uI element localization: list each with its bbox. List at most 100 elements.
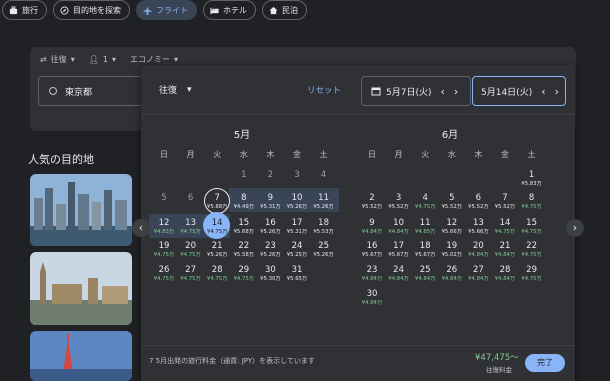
day-number: 20 [185,241,196,251]
calendar-day[interactable]: 29 ¥4.75万 [519,262,545,284]
origin-input[interactable]: 東京都 [38,76,148,106]
day-price: ¥5.67万 [361,252,383,258]
calendar-day[interactable]: 21 ¥5.26万 [204,238,230,260]
calendar-day[interactable]: 10 ¥5.26万 [284,190,310,212]
calendar-day[interactable]: 8 ¥4.75万 [519,190,545,212]
calendar-day[interactable]: 17 ¥5.67万 [386,238,412,260]
calendar-day[interactable]: 11 ¥5.26万 [311,190,337,212]
day-number: 25 [419,265,431,275]
chevron-down-icon: ▾ [187,84,192,95]
day-price: ¥4.84万 [361,276,383,282]
calendar-day[interactable]: 14 ¥4.75万 [492,215,518,237]
calendar-day[interactable]: 30 ¥4.84万 [359,286,385,308]
day-price: ¥5.67万 [388,252,409,258]
destination-photo-2[interactable] [30,252,132,325]
passenger-select[interactable]: 👤︎ 1 ▾ [89,55,116,64]
prev-return-date-icon[interactable]: ‹ [541,85,545,98]
calendar-day[interactable]: 9 ¥4.84万 [359,215,385,237]
calendar-day[interactable]: 15 ¥4.75万 [519,215,545,237]
nav-tab-0[interactable]: 旅行 [2,0,47,20]
calendar-day[interactable]: 4 ¥4.75万 [412,190,438,212]
nav-tab-1[interactable]: 目的地を探索 [53,0,130,20]
nav-tab-3[interactable]: ホテル [203,0,256,20]
calendar-day[interactable]: 18 ¥5.53万 [311,215,337,237]
calendar-trip-type-select[interactable]: 往復 ▾ [159,83,192,97]
calendar-day[interactable]: 3 ¥5.52万 [386,190,412,212]
destination-photo-1[interactable] [30,174,132,246]
day-number: 19 [446,241,458,251]
return-date-field[interactable]: 5月14日(火) ‹ › [472,76,566,106]
calendar-day[interactable]: 23 ¥4.84万 [359,262,385,284]
day-price: ¥5.30万 [260,276,281,282]
trip-type-select[interactable]: ⇄ 往復 ▾ [40,54,75,65]
calendar-day[interactable]: 13 ¥4.75万 [178,215,204,237]
calendar-day[interactable]: 15 ¥5.68万 [231,215,257,237]
calendar-day[interactable]: 24 ¥5.25万 [284,238,310,260]
calendar-day[interactable]: 31 ¥5.65万 [284,262,310,284]
calendar-day[interactable]: 22 ¥5.58万 [231,238,257,260]
reset-button[interactable]: リセット [307,84,341,96]
cabin-select[interactable]: エコノミー ▾ [130,54,178,65]
calendar-day[interactable]: 26 ¥4.75万 [151,262,177,284]
calendar-day[interactable]: 13 ¥5.66万 [465,215,491,237]
calendar-day[interactable]: 22 ¥4.75万 [519,238,545,260]
calendar-day[interactable]: 28 ¥4.84万 [492,262,518,284]
calendar-day[interactable]: 9 ¥5.31万 [257,190,283,212]
calendar-day[interactable]: 26 ¥4.84万 [439,262,465,284]
calendar-day[interactable]: 16 ¥5.26万 [257,215,283,237]
calendar-day[interactable]: 2 ¥5.52万 [359,190,385,212]
calendar-day[interactable]: 27 ¥4.75万 [178,262,204,284]
calendar-day[interactable]: 27 ¥4.84万 [465,262,491,284]
nav-tab-4[interactable]: 民泊 [262,0,307,20]
calendar-day[interactable]: 17 ¥5.31万 [284,215,310,237]
suitcase-icon [9,5,18,15]
nav-tab-2[interactable]: フライト [136,0,197,20]
calendar-day[interactable]: 25 ¥4.84万 [412,262,438,284]
calendar-day[interactable]: 16 ¥5.67万 [359,238,385,260]
calendar-day[interactable]: 25 ¥5.26万 [311,238,337,260]
calendar-day[interactable]: 12 ¥4.83万 [151,215,177,237]
calendar-day[interactable]: 7 ¥5.52万 [492,190,518,212]
calendar-day[interactable]: 21 ¥4.84万 [492,238,518,260]
next-return-date-icon[interactable]: › [555,85,559,98]
calendar-day[interactable]: 7 ¥5.88万 [204,190,230,212]
calendar-day[interactable]: 18 ¥5.67万 [412,238,438,260]
calendar-day[interactable]: 6 ¥5.52万 [465,190,491,212]
calendar-day[interactable]: 19 ¥4.75万 [151,238,177,260]
prev-month-button[interactable]: ‹ [132,219,150,237]
calendar-day[interactable]: 19 ¥5.02万 [439,238,465,260]
calendar-day[interactable]: 20 ¥4.84万 [465,238,491,260]
prev-departure-date-icon[interactable]: ‹ [440,85,444,98]
calendar-day[interactable]: 29 ¥4.75万 [231,262,257,284]
calendar-day[interactable]: 20 ¥4.75万 [178,238,204,260]
done-button[interactable]: 完了 [525,354,565,372]
day-number: 24 [393,265,404,275]
day-price: ¥5.25万 [286,252,308,258]
calendar-day[interactable]: 1 ¥5.83万 [519,167,545,189]
calendar-day: 1 [231,167,257,189]
destination-photo-3[interactable] [30,331,132,381]
flight-icon [143,5,152,15]
calendar-day[interactable]: 8 ¥4.49万 [231,190,257,212]
calendar-day[interactable]: 24 ¥4.84万 [386,262,412,284]
day-price: ¥4.75万 [180,252,201,258]
departure-date-field[interactable]: 5月7日(火) ‹ › [361,76,471,106]
day-price: ¥5.26万 [206,252,228,258]
next-month-button[interactable]: › [566,219,584,237]
departure-date-value: 5月7日(火) [386,87,432,98]
calendar-day[interactable]: 30 ¥5.30万 [257,262,283,284]
day-number: 18 [419,241,431,251]
calendar-day[interactable]: 11 ¥4.85万 [412,215,438,237]
calendar-day[interactable]: 14 ¥4.75万 [204,215,230,237]
calendar-day[interactable]: 10 ¥4.84万 [386,215,412,237]
day-price: ¥4.75万 [153,252,175,258]
calendar-day[interactable]: 12 ¥5.66万 [439,215,465,237]
calendar-day[interactable]: 23 ¥5.26万 [257,238,283,260]
next-departure-date-icon[interactable]: › [454,85,458,98]
calendar-day[interactable]: 5 ¥5.52万 [439,190,465,212]
date-picker-header: 往復 ▾ リセット 5月7日(火) ‹ › 5月14日(火) ‹ › [141,65,575,115]
calendar-trip-type-label: 往復 [159,86,178,96]
day-price: ¥5.58万 [233,252,255,258]
calendar-day[interactable]: 28 ¥4.75万 [204,262,230,284]
day-number: 12 [158,218,170,228]
